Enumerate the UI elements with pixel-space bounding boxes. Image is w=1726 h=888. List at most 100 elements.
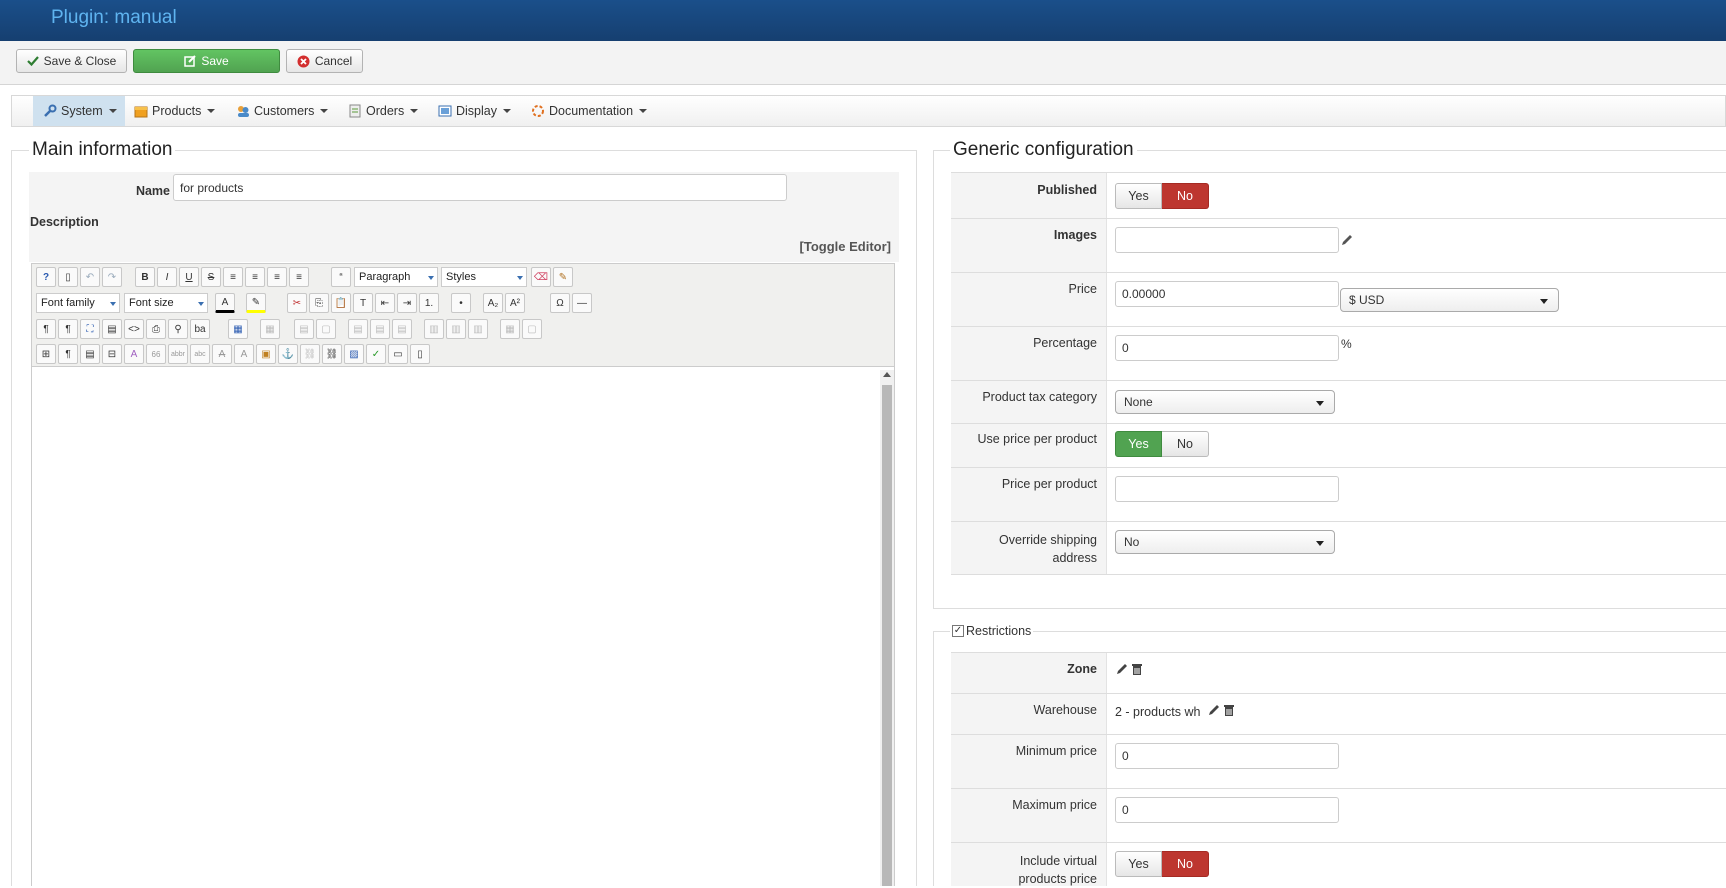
horizontal-rule-icon[interactable]: — [572, 293, 592, 313]
include-virtual-toggle[interactable]: Yes No [1115, 851, 1209, 877]
delete-row-icon[interactable]: ▤ [392, 319, 412, 339]
font-size-select[interactable]: Font size [124, 293, 208, 313]
italic-icon[interactable]: I [157, 267, 177, 287]
new-document-icon[interactable]: ▯ [58, 267, 78, 287]
toggle-editor-link[interactable]: [Toggle Editor] [800, 239, 891, 254]
tax-category-select[interactable]: None [1115, 390, 1335, 414]
merge-cells-icon[interactable]: ▢ [522, 319, 542, 339]
pencil-icon[interactable] [1340, 233, 1354, 247]
visual-chars-icon[interactable]: ▤ [80, 344, 100, 364]
price-field[interactable] [1115, 281, 1339, 307]
find-icon[interactable]: ⚲ [168, 319, 188, 339]
pencil-icon[interactable] [1207, 703, 1221, 717]
include-virtual-no[interactable]: No [1162, 851, 1209, 877]
text-color-icon[interactable]: A [215, 293, 235, 313]
menu-customers[interactable]: Customers [236, 96, 329, 126]
editor-scrollbar[interactable] [880, 370, 894, 886]
align-left-icon[interactable]: ≡ [267, 267, 287, 287]
visual-aid-icon[interactable]: ⊞ [36, 344, 56, 364]
highlight-icon[interactable]: ✎ [246, 293, 266, 313]
paste-text-icon[interactable]: T [353, 293, 373, 313]
copy-icon[interactable]: ⎘ [309, 293, 329, 313]
indent-icon[interactable]: ⇥ [397, 293, 417, 313]
link-icon[interactable]: ⛓ [322, 344, 342, 364]
pencil-icon[interactable] [1115, 662, 1129, 676]
percentage-field[interactable] [1115, 335, 1339, 361]
align-right-icon[interactable]: ≡ [289, 267, 309, 287]
eraser-icon[interactable]: ⌫ [531, 267, 551, 287]
subscript-icon[interactable]: A₂ [483, 293, 503, 313]
scroll-up-icon[interactable] [883, 372, 891, 377]
insert-row-after-icon[interactable]: ▤ [370, 319, 390, 339]
delete-col-icon[interactable]: ▥ [468, 319, 488, 339]
cut-icon[interactable]: ✂ [287, 293, 307, 313]
cancel-button[interactable]: Cancel [286, 49, 363, 73]
scrollbar-thumb[interactable] [882, 385, 892, 886]
paragraph-select[interactable]: Paragraph [354, 267, 438, 287]
currency-select[interactable]: $ USD [1340, 288, 1559, 312]
use-price-no[interactable]: No [1162, 431, 1209, 457]
insert-row-before-icon[interactable]: ▤ [348, 319, 368, 339]
attributes-icon[interactable]: ▣ [256, 344, 276, 364]
split-cells-icon[interactable]: ▦ [500, 319, 520, 339]
bullet-list-icon[interactable]: • [451, 293, 471, 313]
menu-orders[interactable]: Orders [348, 96, 419, 126]
image-icon[interactable]: ▨ [344, 344, 364, 364]
show-blocks-icon[interactable]: ¶ [58, 344, 78, 364]
cell-props-icon[interactable]: ▢ [316, 319, 336, 339]
blockquote-icon[interactable]: “ [331, 267, 351, 287]
underline-icon[interactable]: U [179, 267, 199, 287]
restrictions-checkbox[interactable]: ✓ [952, 625, 964, 637]
editor-content-area[interactable] [31, 367, 895, 886]
redo-icon[interactable]: ↷ [102, 267, 122, 287]
trash-icon[interactable] [1131, 662, 1143, 676]
pagebreak-insert-icon[interactable]: ▯ [410, 344, 430, 364]
include-virtual-yes[interactable]: Yes [1115, 851, 1162, 877]
use-price-per-product-toggle[interactable]: Yes No [1115, 431, 1209, 457]
minimum-price-field[interactable] [1115, 743, 1339, 769]
justify-icon[interactable]: ≡ [223, 267, 243, 287]
save-close-button[interactable]: Save & Close [16, 49, 127, 73]
name-field[interactable] [173, 174, 787, 201]
readmore-icon[interactable]: ▭ [388, 344, 408, 364]
special-char-icon[interactable]: Ω [550, 293, 570, 313]
fullscreen-icon[interactable]: ⛶ [80, 319, 100, 339]
insert-col-after-icon[interactable]: ▥ [446, 319, 466, 339]
cite-icon[interactable]: 66 [146, 344, 166, 364]
numbered-list-icon[interactable]: 1. [419, 293, 439, 313]
template-icon[interactable]: ▤ [102, 319, 122, 339]
unlink-icon[interactable]: ⛓ [300, 344, 320, 364]
table-icon[interactable]: ▦ [228, 319, 248, 339]
strikethrough-icon[interactable]: S [201, 267, 221, 287]
clean-up-icon[interactable]: ✎ [553, 267, 573, 287]
ltr-icon[interactable]: ¶ [36, 319, 56, 339]
maximum-price-field[interactable] [1115, 797, 1339, 823]
menu-documentation[interactable]: Documentation [531, 96, 648, 126]
save-button[interactable]: Save [133, 49, 280, 73]
styles-select[interactable]: Styles [441, 267, 527, 287]
align-center-icon[interactable]: ≡ [245, 267, 265, 287]
help-icon[interactable]: ? [36, 267, 56, 287]
outdent-icon[interactable]: ⇤ [375, 293, 395, 313]
abbr-icon[interactable]: abbr [168, 344, 188, 364]
acronym-icon[interactable]: abc [190, 344, 210, 364]
replace-icon[interactable]: ba [190, 319, 210, 339]
insert-col-before-icon[interactable]: ▥ [424, 319, 444, 339]
superscript-icon[interactable]: A² [505, 293, 525, 313]
font-family-select[interactable]: Font family [36, 293, 120, 313]
paste-icon[interactable]: 📋 [331, 293, 351, 313]
styleprops-icon[interactable]: A [124, 344, 144, 364]
page-break-icon[interactable]: ⊟ [102, 344, 122, 364]
ins-icon[interactable]: A [234, 344, 254, 364]
published-toggle[interactable]: Yes No [1115, 183, 1209, 209]
menu-system[interactable]: System [33, 96, 125, 126]
rtl-icon[interactable]: ¶ [58, 319, 78, 339]
trash-icon[interactable] [1223, 703, 1235, 717]
undo-icon[interactable]: ↶ [80, 267, 100, 287]
override-shipping-select[interactable]: No [1115, 530, 1335, 554]
published-no[interactable]: No [1162, 183, 1209, 209]
bold-icon[interactable]: B [135, 267, 155, 287]
anchor-icon[interactable]: ⚓ [278, 344, 298, 364]
use-price-yes[interactable]: Yes [1115, 431, 1162, 457]
del-icon[interactable]: A [212, 344, 232, 364]
